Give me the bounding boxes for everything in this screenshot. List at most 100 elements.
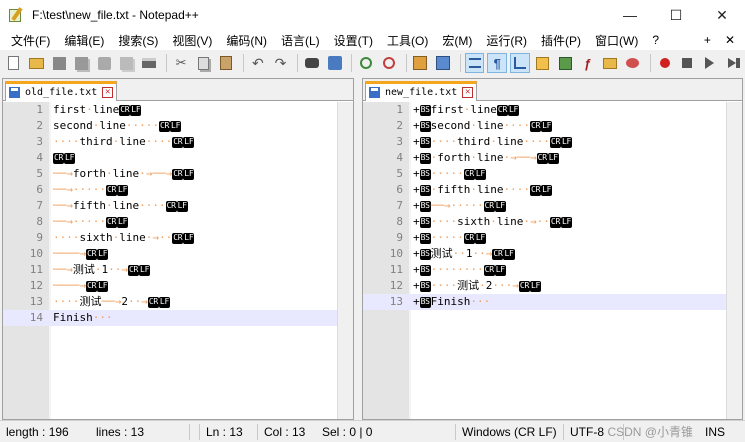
line-text: +BS·····CR LF — [413, 167, 486, 180]
play-macro-icon[interactable] — [700, 53, 720, 73]
menu-encoding[interactable]: 编码(N) — [219, 32, 274, 49]
code-line: 10 ────→CR LF — [3, 246, 337, 262]
eol-marker: LF — [494, 200, 506, 212]
replace-icon[interactable] — [325, 53, 345, 73]
new-tab-button[interactable]: + — [697, 33, 718, 47]
status-insert-mode[interactable]: INS — [699, 424, 745, 440]
close-all-icon[interactable] — [117, 53, 137, 73]
line-number: 9 — [396, 231, 403, 244]
eol-marker: CR — [106, 216, 118, 228]
menu-run[interactable]: 运行(R) — [479, 32, 534, 49]
copy-icon[interactable] — [194, 53, 214, 73]
run-macro-multiple-icon[interactable] — [723, 53, 743, 73]
eol-marker: CR — [165, 200, 177, 212]
line-text: ····sixth·line·→··CR LF — [53, 231, 195, 244]
line-text: +BS·fifth·line····CR LF — [413, 183, 553, 196]
bs-control-char: BS — [419, 184, 431, 196]
menu-tools[interactable]: 工具(O) — [380, 32, 435, 49]
eol-marker: CR — [172, 136, 184, 148]
zoom-in-icon[interactable] — [356, 53, 376, 73]
sync-vertical-icon[interactable] — [411, 53, 431, 73]
tab-old-file[interactable]: old_file.txt ✕ — [5, 81, 118, 101]
code-line: 11 ──→测试·1··→CR LF — [3, 262, 337, 278]
code-line: 8 ──→·····CR LF — [3, 214, 337, 230]
save-icon[interactable] — [49, 53, 69, 73]
line-number: 13 — [389, 295, 403, 308]
code-line: 5 +BS·····CR LF — [363, 166, 726, 182]
line-text: +BS·forth·line·→──→CR LF — [413, 151, 559, 164]
code-line: 11 +BS········CR LF — [363, 262, 726, 278]
eol-marker: LF — [117, 216, 129, 228]
monitor-icon[interactable] — [623, 53, 643, 73]
status-eol-format[interactable]: Windows (CR LF) — [456, 423, 564, 440]
doc-map-icon[interactable] — [555, 53, 575, 73]
line-text: ──→测试·1··→CR LF — [53, 263, 151, 276]
line-number: 14 — [29, 311, 43, 324]
eol-marker: LF — [158, 296, 170, 308]
code-line: 2 +BSsecond·line····CR LF — [363, 118, 726, 134]
line-text: ──→·····CR LF — [53, 215, 129, 228]
eol-marker: LF — [560, 136, 573, 148]
menu-window[interactable]: 窗口(W) — [588, 32, 645, 49]
undo-icon[interactable]: ↶ — [248, 53, 268, 73]
menu-macro[interactable]: 宏(M) — [435, 32, 479, 49]
right-text-area[interactable]: 1 +BSfirst·lineCR LF 2 +BSsecond·line····CR L… — [363, 102, 726, 419]
open-file-icon[interactable] — [27, 53, 47, 73]
close-tab-button[interactable]: ✕ — [718, 33, 745, 47]
line-text: ──→forth·line·→──→CR LF — [53, 167, 195, 180]
eol-marker: LF — [97, 280, 109, 292]
eol-marker: LF — [170, 120, 182, 132]
word-wrap-icon[interactable] — [464, 53, 485, 73]
notepad-icon — [8, 7, 24, 23]
tab-close-icon[interactable]: ✕ — [462, 87, 474, 98]
find-icon[interactable] — [302, 53, 322, 73]
close-file-icon[interactable] — [94, 53, 114, 73]
udl-icon[interactable] — [533, 53, 553, 73]
menu-search[interactable]: 搜索(S) — [111, 32, 165, 49]
menu-settings[interactable]: 设置(T) — [327, 32, 380, 49]
save-all-icon[interactable] — [72, 53, 92, 73]
menu-plugins[interactable]: 插件(P) — [534, 32, 588, 49]
stop-macro-icon[interactable] — [677, 53, 697, 73]
folder-workspace-icon[interactable] — [601, 53, 621, 73]
tab-close-icon[interactable]: ✕ — [102, 87, 114, 98]
new-file-icon[interactable] — [4, 53, 24, 73]
paste-icon[interactable] — [216, 53, 236, 73]
tab-new-file[interactable]: new_file.txt ✕ — [365, 81, 478, 101]
menu-language[interactable]: 语言(L) — [274, 32, 327, 49]
left-text-area[interactable]: 1 first·lineCR LF 2 second·line·····CR LF 3 ···… — [3, 102, 337, 419]
redo-icon[interactable]: ↷ — [271, 53, 291, 73]
eol-marker: LF — [97, 248, 109, 260]
maximize-button[interactable]: ☐ — [653, 0, 699, 30]
bs-control-char: BS — [419, 200, 431, 212]
close-button[interactable]: ✕ — [699, 0, 745, 30]
right-vertical-scrollbar[interactable] — [726, 102, 742, 419]
left-vertical-scrollbar[interactable] — [337, 102, 353, 419]
indent-guide-icon[interactable] — [510, 53, 530, 73]
bs-control-char: BS — [419, 120, 431, 132]
zoom-out-icon[interactable] — [379, 53, 399, 73]
show-all-chars-icon[interactable]: ¶ — [487, 53, 508, 73]
left-tab-bar: old_file.txt ✕ — [3, 79, 353, 101]
line-text: +BS测试··1··→CR LF — [413, 247, 515, 260]
cut-icon[interactable]: ✂ — [171, 53, 191, 73]
menu-file[interactable]: 文件(F) — [4, 32, 57, 49]
sync-horizontal-icon[interactable] — [433, 53, 453, 73]
bs-control-char: BS — [419, 216, 431, 228]
line-number: 5 — [396, 167, 403, 180]
eol-marker: CR — [549, 216, 561, 228]
menu-bar: 文件(F) 编辑(E) 搜索(S) 视图(V) 编码(N) 语言(L) 设置(T… — [0, 30, 745, 50]
menu-help[interactable]: ? — [645, 33, 666, 47]
eol-marker: CR — [530, 120, 542, 132]
function-list-icon[interactable]: ƒ — [578, 53, 598, 73]
record-macro-icon[interactable] — [655, 53, 675, 73]
minimize-button[interactable]: — — [607, 0, 653, 30]
line-text: first·lineCR LF — [53, 103, 142, 116]
bs-control-char: BS — [419, 168, 431, 180]
eol-marker: LF — [541, 120, 553, 132]
menu-edit[interactable]: 编辑(E) — [57, 32, 111, 49]
toolbar-separator — [459, 54, 461, 72]
print-icon[interactable] — [140, 53, 160, 73]
eol-marker: LF — [183, 168, 195, 180]
menu-view[interactable]: 视图(V) — [165, 32, 219, 49]
